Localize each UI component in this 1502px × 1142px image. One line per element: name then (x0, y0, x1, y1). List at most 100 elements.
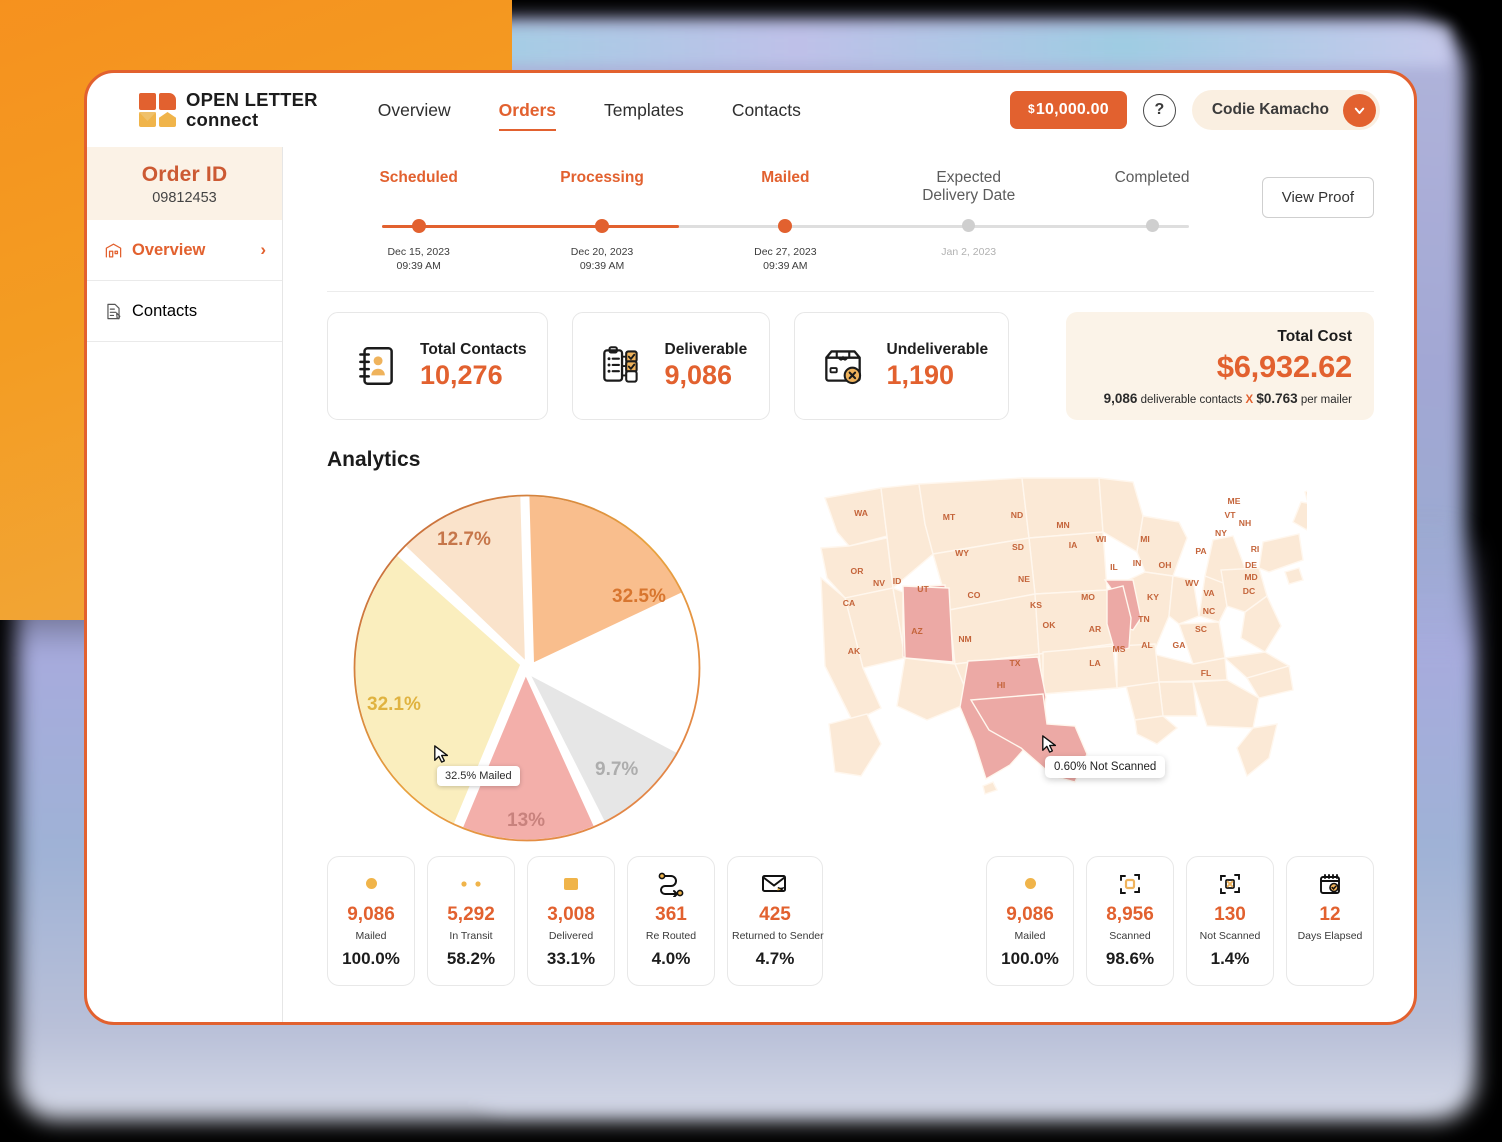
dot-icon (332, 871, 410, 897)
summary-card-total-contacts[interactable]: Total Contacts 10,276 (327, 311, 548, 420)
chevron-down-icon[interactable] (1343, 93, 1376, 127)
tile-scanned[interactable]: 8,956 Scanned 98.6% (1086, 855, 1174, 986)
svg-text:MT: MT (943, 512, 956, 522)
summary-card-undeliverable[interactable]: Undeliverable 1,190 (793, 311, 1010, 420)
timeline-dot-scheduled[interactable] (411, 218, 426, 233)
main-nav: Overview Orders Templates Contacts (354, 94, 825, 131)
svg-text:PA: PA (1195, 546, 1206, 556)
return-envelope-icon (732, 871, 818, 897)
tile-returned-pct: 4.7% (755, 948, 795, 968)
logo-line-1: OPEN LETTER (186, 88, 318, 110)
pie-chart[interactable]: 32.5% 9.7% 13% 32.1% 12.7% 32.5% Mailed (337, 472, 807, 842)
pie-label-returned: 13% (507, 809, 546, 831)
timeline-dot-completed[interactable] (1145, 219, 1159, 233)
cyan-sheen (470, 26, 1450, 66)
svg-text:WI: WI (1096, 534, 1107, 544)
tile-days-elapsed[interactable]: 12 Days Elapsed (1286, 855, 1374, 986)
tile-mailed[interactable]: 9,086 Mailed 100.0% (327, 855, 415, 986)
svg-text:ND: ND (1011, 510, 1023, 520)
total-cost-card: Total Cost $6,932.62 9,086 deliverable c… (1066, 311, 1374, 420)
svg-text:ID: ID (893, 576, 902, 586)
tile-mailed-scan[interactable]: 9,086 Mailed 100.0% (986, 855, 1074, 986)
mouse-cursor-map (1042, 735, 1057, 753)
svg-text:NY: NY (1215, 528, 1227, 538)
brand-logo[interactable]: OPEN LETTER connect (139, 88, 318, 130)
svg-text:MN: MN (1056, 520, 1069, 530)
tile-scanned-pct: 98.6% (1105, 948, 1155, 968)
svg-text:GA: GA (1173, 640, 1186, 650)
timeline-label-expected-line2: Delivery Date (922, 187, 1016, 205)
nav-item-orders[interactable]: Orders (475, 94, 580, 131)
us-choropleth-map[interactable]: WA OR ID MT ND MN WI MI NY ME VT NH RI DE MD DC PA O… (807, 476, 1374, 816)
timeline-dot-mailed[interactable] (778, 218, 793, 233)
pie-label-delivered: 12.7% (437, 528, 491, 550)
reroute-icon (632, 871, 710, 897)
svg-text:SD: SD (1012, 542, 1024, 552)
timeline-date-mailed: Dec 27, 2023 (754, 245, 817, 258)
svg-text:NE: NE (1018, 574, 1030, 584)
sidebar-item-overview[interactable]: Overview › (87, 220, 282, 281)
cost-rate-text: per mailer (1300, 393, 1352, 406)
tile-days-elapsed-label: Days Elapsed (1297, 929, 1363, 942)
svg-text:MS: MS (1113, 644, 1126, 654)
svg-text:VT: VT (1225, 510, 1237, 520)
tile-not-scanned[interactable]: 130 Not Scanned 1.4% (1186, 855, 1274, 986)
sidebar-item-overview-label: Overview (132, 240, 206, 259)
svg-text:MI: MI (1140, 534, 1150, 544)
summary-card-deliverable[interactable]: Deliverable 9,086 (571, 311, 770, 420)
timeline-label-processing: Processing (560, 169, 644, 186)
tile-delivered[interactable]: 3,008 Delivered 33.1% (527, 855, 615, 986)
tile-mailed-scan-label: Mailed (1014, 929, 1046, 942)
transit-dots-icon (432, 871, 510, 897)
tile-not-scanned-value: 130 (1214, 903, 1246, 925)
top-navigation-bar: OPEN LETTER connect Overview Orders Temp… (87, 73, 1414, 147)
order-id-title: Order ID (141, 163, 228, 186)
svg-text:IL: IL (1110, 562, 1118, 572)
logo-line-2: connect (186, 109, 259, 130)
sidebar-item-contacts[interactable]: Contacts (87, 281, 282, 342)
contacts-icon (103, 301, 123, 321)
svg-text:UT: UT (917, 584, 929, 594)
timeline-track (327, 214, 1244, 238)
package-error-icon (815, 338, 871, 394)
tile-mailed-scan-pct: 100.0% (1001, 948, 1059, 968)
svg-text:WY: WY (955, 548, 969, 558)
svg-text:FL: FL (1201, 668, 1212, 678)
tile-not-scanned-label: Not Scanned (1199, 929, 1261, 942)
tile-in-transit-label: In Transit (449, 929, 493, 942)
tile-returned-label: Returned to Sender (732, 929, 824, 942)
timeline-dot-expected[interactable] (962, 219, 976, 233)
square-icon (532, 871, 610, 897)
tile-returned-to-sender[interactable]: 425 Returned to Sender 4.7% (727, 855, 824, 986)
tile-delivered-label: Delivered (548, 929, 594, 942)
overview-icon (103, 240, 123, 260)
tile-returned-value: 425 (759, 903, 791, 925)
checklist-icon (593, 338, 649, 394)
svg-text:IA: IA (1069, 540, 1078, 550)
cost-multiply-symbol: X (1245, 393, 1254, 406)
balance-amount: 10,000.00 (1035, 101, 1109, 118)
nav-item-contacts[interactable]: Contacts (708, 94, 825, 127)
scan-error-icon (1191, 871, 1269, 897)
summary-value-total-contacts: 10,276 (420, 359, 503, 390)
nav-item-overview[interactable]: Overview (354, 94, 475, 127)
tile-re-routed[interactable]: 361 Re Routed 4.0% (627, 855, 715, 986)
timeline-dot-processing[interactable] (595, 218, 610, 233)
account-balance-button[interactable]: $10,000.00 (1010, 91, 1127, 129)
user-menu[interactable]: Codie Kamacho (1191, 90, 1380, 130)
tile-scanned-value: 8,956 (1106, 903, 1154, 925)
total-cost-title: Total Cost (1277, 327, 1352, 345)
svg-text:OH: OH (1159, 560, 1172, 570)
timeline-label-scheduled: Scheduled (379, 169, 458, 186)
tile-in-transit[interactable]: 5,292 In Transit 58.2% (427, 855, 515, 986)
nav-item-templates[interactable]: Templates (580, 94, 708, 127)
map-tooltip: 0.60% Not Scanned (1045, 755, 1166, 778)
help-icon[interactable]: ? (1142, 93, 1176, 127)
svg-text:AL: AL (1141, 640, 1152, 650)
timeline-date-processing: Dec 20, 2023 (570, 245, 634, 258)
view-proof-button[interactable]: View Proof (1261, 177, 1374, 218)
screenshot-stage: OPEN LETTER connect Overview Orders Temp… (0, 0, 1502, 1142)
order-id-value: 09812453 (152, 190, 217, 206)
summary-cards-row: Total Contacts 10,276 Deliverable 9,086 … (327, 311, 1374, 420)
svg-text:KS: KS (1030, 600, 1042, 610)
